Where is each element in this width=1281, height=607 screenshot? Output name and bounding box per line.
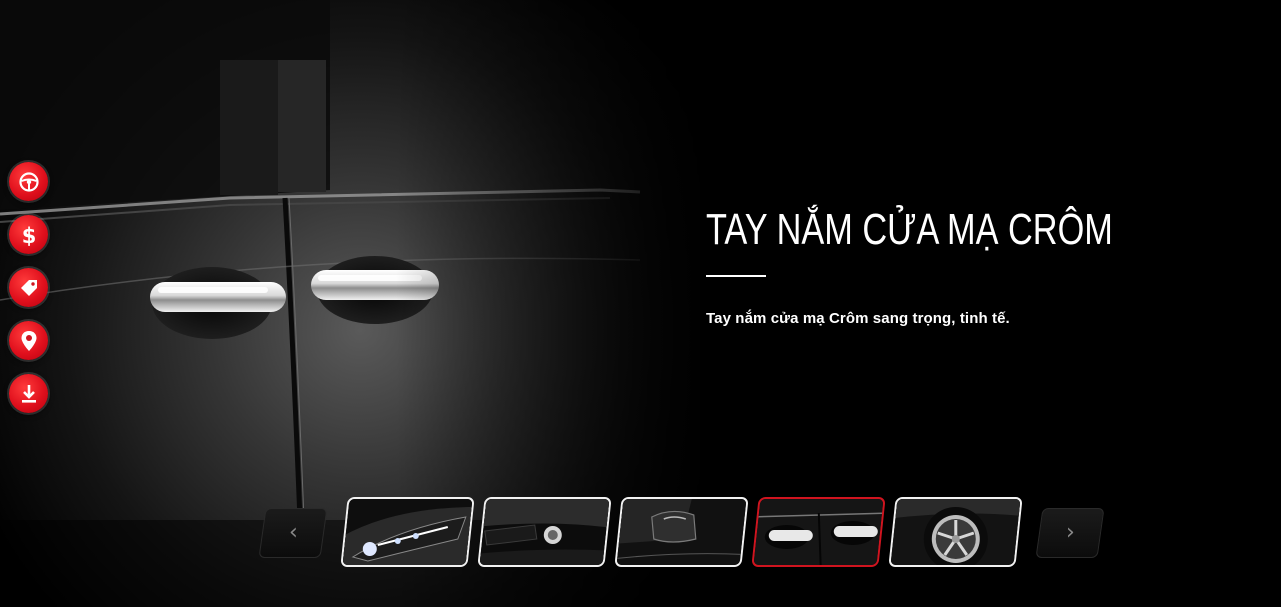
thumbnail-fog-light[interactable] (477, 497, 612, 567)
feature-title: TAY NẮM CỬA MẠ CRÔM (706, 205, 1113, 254)
carousel-next-button[interactable]: › (1035, 508, 1105, 558)
title-divider (706, 275, 766, 277)
tag-icon (20, 279, 37, 296)
chevron-left-icon: ‹ (288, 520, 298, 545)
steering-wheel-icon (18, 171, 39, 192)
svg-text:$: $ (21, 224, 36, 247)
test-drive-button[interactable] (9, 162, 48, 201)
carousel-prev-button[interactable]: ‹ (258, 508, 328, 558)
side-mirror-image (614, 499, 749, 567)
thumbnail-side-mirror[interactable] (614, 497, 749, 567)
download-icon (21, 384, 36, 403)
feature-description: Tay nắm cửa mạ Crôm sang trọng, tinh tế. (706, 310, 1010, 327)
side-tools: $ (9, 162, 49, 427)
dealer-location-button[interactable] (9, 321, 48, 360)
headlight-image (340, 499, 475, 567)
download-brochure-button[interactable] (9, 374, 48, 413)
price-button[interactable]: $ (9, 215, 48, 254)
chevron-right-icon: › (1065, 520, 1075, 545)
alloy-wheel-image (888, 499, 1023, 567)
dollar-icon: $ (21, 224, 36, 247)
fog-light-image (477, 499, 612, 567)
thumbnail-alloy-wheel[interactable] (888, 497, 1023, 567)
thumbnail-carousel: ‹ › (258, 496, 1108, 568)
promotion-button[interactable] (9, 268, 48, 307)
location-pin-icon (21, 330, 36, 351)
thumbnail-chrome-door-handle[interactable] (751, 497, 886, 567)
thumbnail-headlight[interactable] (340, 497, 475, 567)
door-handle-image (751, 499, 886, 567)
